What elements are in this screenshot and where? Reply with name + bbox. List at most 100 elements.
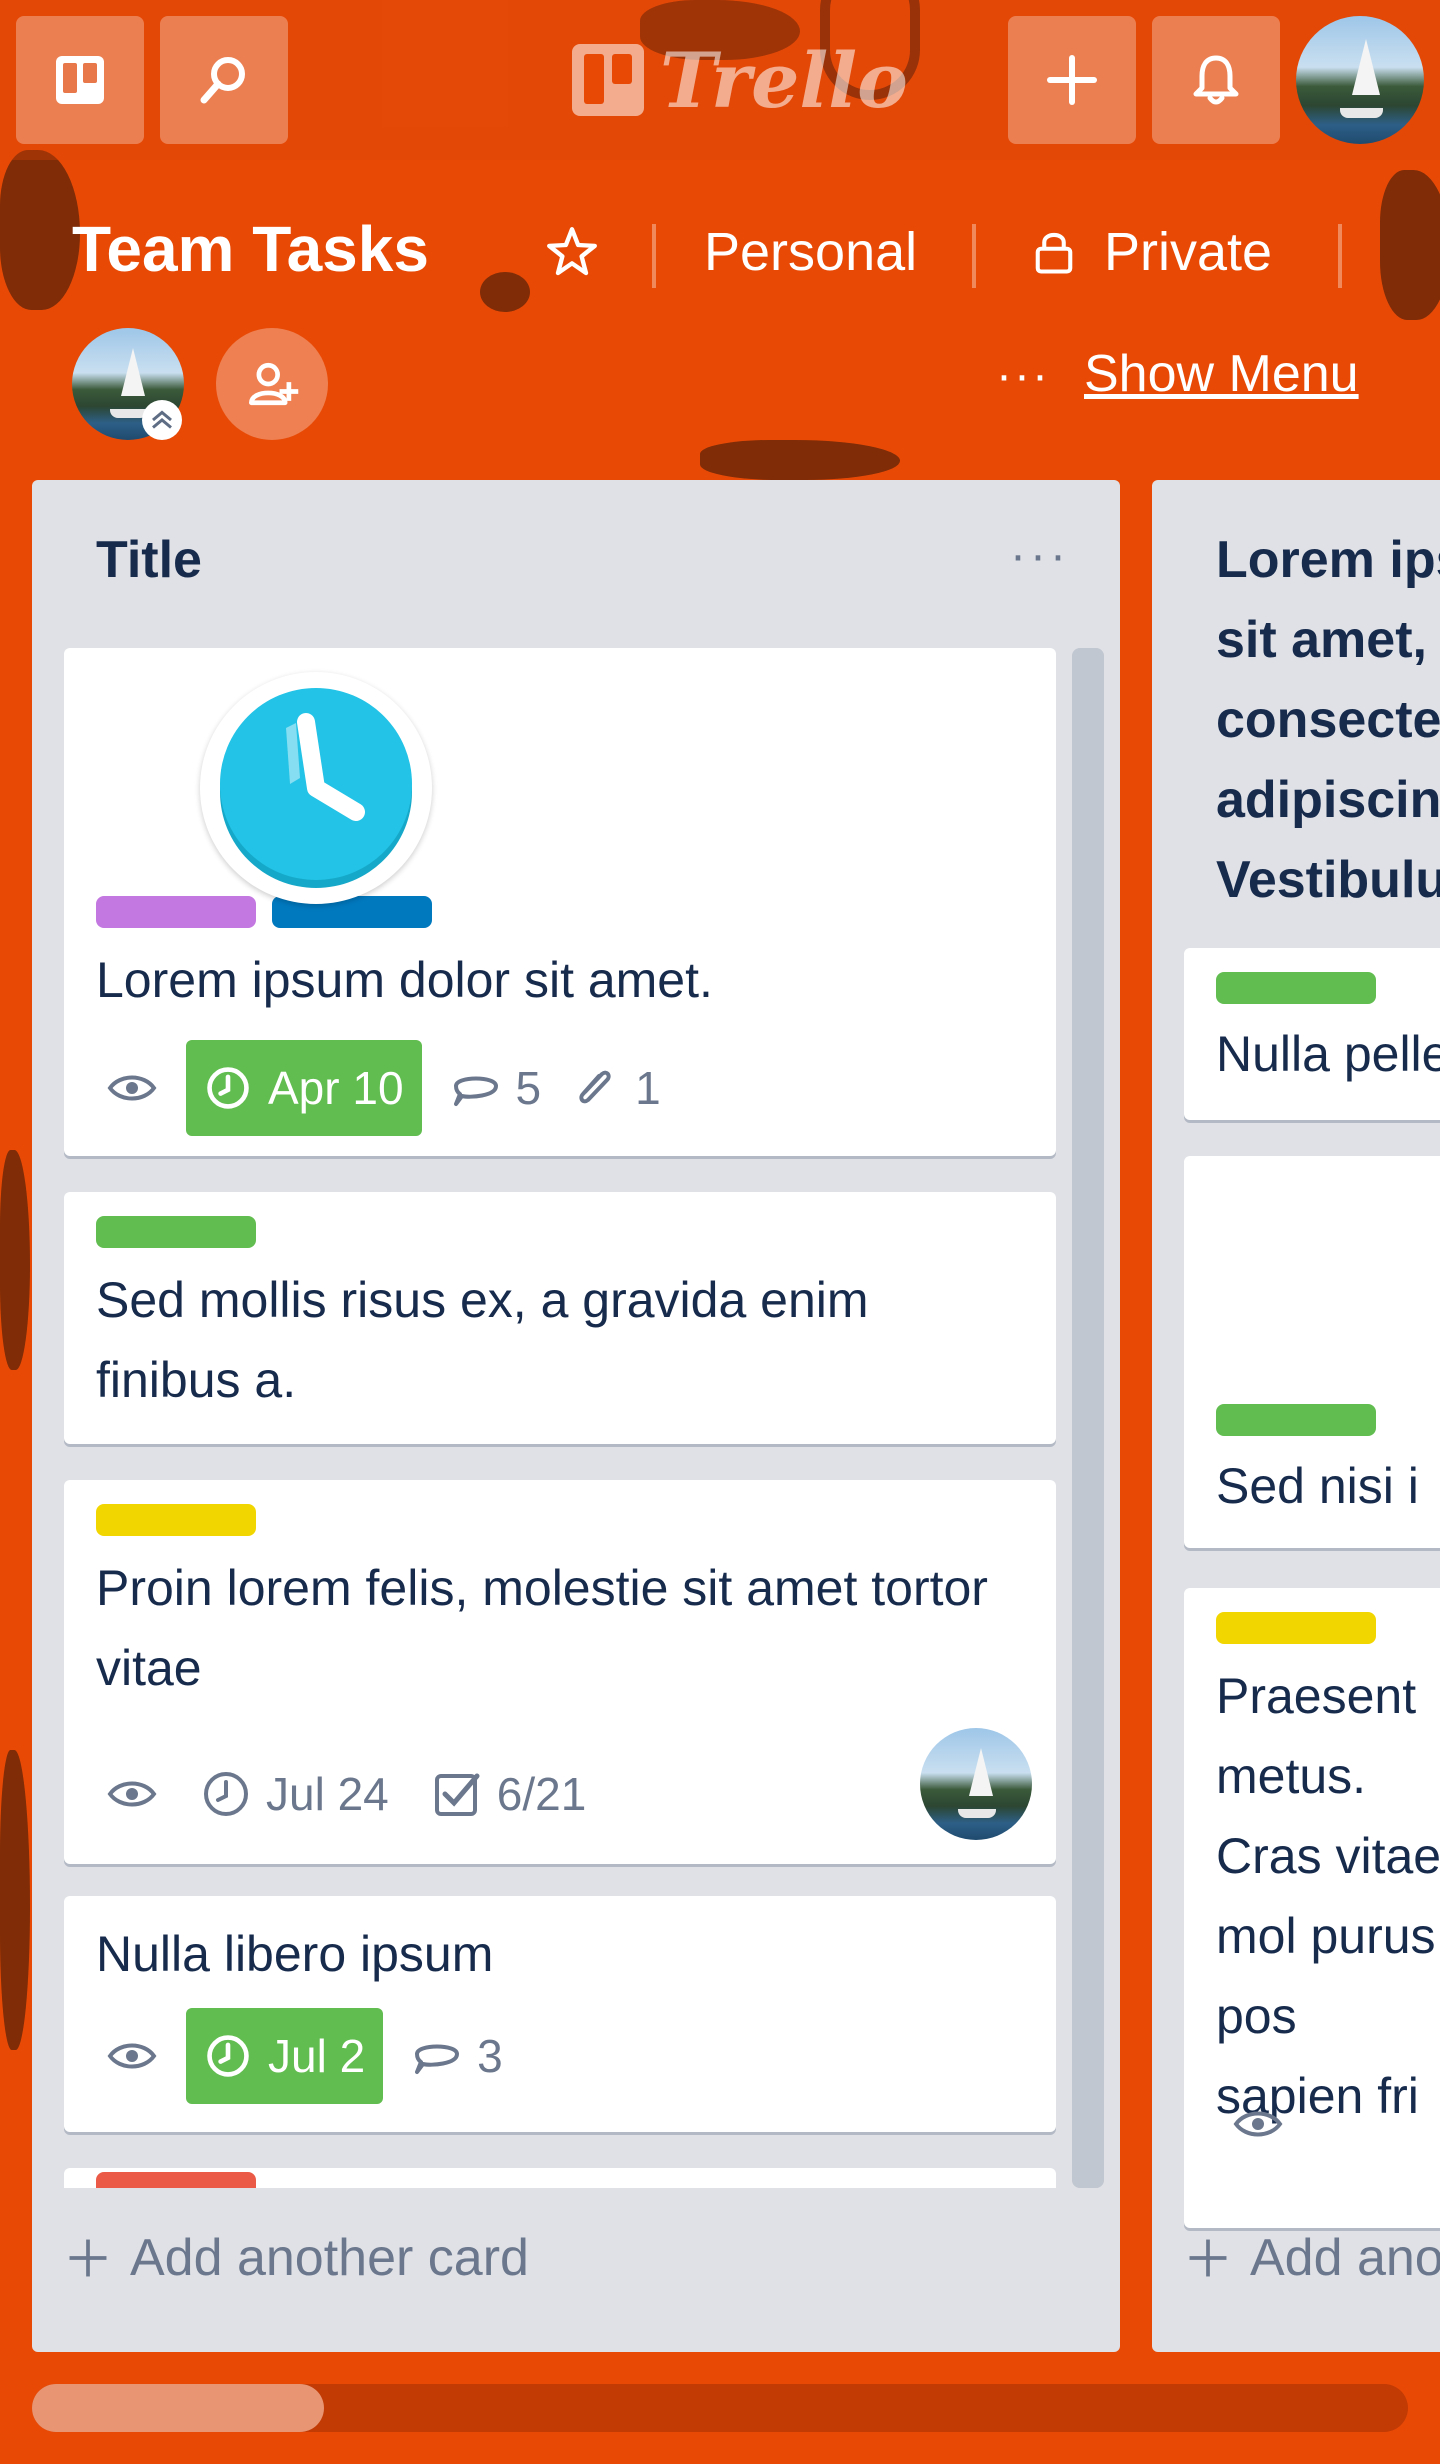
due-date-text: Jul 24 [266, 1768, 389, 1820]
comments-badge: 5 [450, 1061, 542, 1115]
notifications-button[interactable] [1152, 16, 1280, 144]
bell-icon [1193, 55, 1239, 105]
board-title[interactable]: Team Tasks [72, 212, 429, 286]
eye-icon [107, 2043, 157, 2069]
eye-icon [107, 1781, 157, 1807]
trello-logo[interactable]: Trello [572, 30, 908, 130]
card-title: Nulla libero ipsum [96, 1926, 494, 1982]
card-title: Proin lorem felis, molestie sit amet tor… [96, 1560, 988, 1696]
list-scrollbar-thumb[interactable] [1076, 652, 1100, 1662]
card-cover-image [200, 672, 432, 904]
card-title: Sed mollis risus ex, a gravida enim fini… [96, 1272, 869, 1408]
due-date-text: Jul 2 [268, 2030, 366, 2082]
watching-badge [96, 1768, 158, 1820]
board-menu-dots-icon[interactable]: ··· [996, 348, 1050, 403]
due-date-badge[interactable]: Apr 10 [186, 1040, 422, 1136]
header-divider [972, 224, 976, 288]
search-icon [200, 57, 245, 104]
invite-member-button[interactable] [216, 328, 328, 440]
header-divider [1338, 224, 1342, 288]
header-divider [652, 224, 656, 288]
eye-icon [1233, 2111, 1283, 2137]
background-decoration [480, 272, 530, 312]
label-green [1216, 1404, 1376, 1436]
checklist-badge: 6/21 [417, 1767, 587, 1821]
team-label: Personal [704, 222, 918, 282]
add-card-button[interactable]: Add another card [64, 2196, 529, 2320]
list: Title ··· Lorem ipsum dolor sit amet. Ap… [32, 480, 1120, 2352]
due-date-badge[interactable]: Jul 24 [186, 1767, 389, 1821]
card[interactable]: Sed mollis risus ex, a gravida enim fini… [64, 1192, 1056, 1444]
background-decoration [0, 1150, 30, 1370]
team-button[interactable]: Personal [704, 220, 917, 284]
card-badges: Jul 2 3 [96, 2008, 503, 2104]
clock-icon [207, 2035, 249, 2077]
star-icon [547, 227, 597, 276]
visibility-button[interactable]: Private [1028, 220, 1272, 284]
attachments-count: 1 [635, 1062, 661, 1114]
top-bar: Trello [0, 0, 1440, 160]
add-member-icon [249, 362, 299, 406]
label-yellow [1216, 1612, 1376, 1644]
card[interactable]: Nulla libero ipsum Jul 2 3 [64, 1896, 1056, 2132]
card-badges: Apr 10 5 1 [96, 1040, 661, 1136]
card[interactable]: Sed nisi i [1184, 1156, 1440, 1548]
eye-icon [107, 1075, 157, 1101]
list: Lorem ipsum dolor sit amet, consectetur … [1152, 480, 1440, 2352]
show-menu-link[interactable]: Show Menu [1084, 344, 1359, 404]
list-title[interactable]: Lorem ipsum dolor sit amet, consectetur … [1216, 520, 1440, 1000]
list-title[interactable]: Title [96, 530, 202, 590]
list-menu-icon[interactable]: ··· [1010, 528, 1070, 583]
clock-icon [220, 688, 412, 888]
checklist-count: 6/21 [496, 1768, 587, 1820]
watching-badge [96, 2030, 158, 2082]
due-date-text: Apr 10 [268, 1062, 404, 1114]
background-decoration [1380, 170, 1440, 320]
board-scrollbar-thumb[interactable] [32, 2384, 324, 2432]
comments-count: 5 [515, 1062, 542, 1114]
card-member-avatar[interactable] [920, 1728, 1032, 1840]
boards-icon [56, 56, 104, 104]
background-decoration [0, 150, 80, 310]
attachments-badge: 1 [569, 1061, 661, 1115]
card-title: Nulla pellentesque [1216, 1026, 1440, 1082]
label-purple [96, 896, 256, 928]
background-decoration [700, 440, 900, 480]
trello-logo-icon [572, 44, 644, 116]
watching-badge [96, 1062, 158, 1114]
star-button[interactable] [544, 220, 600, 284]
card[interactable]: Lorem ipsum dolor sit amet. Apr 10 5 1 [64, 648, 1056, 1156]
lock-icon [1035, 232, 1073, 274]
checkbox-icon [434, 1773, 480, 1816]
plus-icon [1047, 55, 1097, 105]
card-title: Sed nisi i [1216, 1458, 1419, 1514]
visibility-label: Private [1104, 222, 1273, 282]
comment-icon [453, 1076, 498, 1106]
card[interactable]: Proin lorem felis, molestie sit amet tor… [64, 1480, 1056, 1864]
user-avatar[interactable] [1296, 16, 1424, 144]
card[interactable] [64, 2168, 1056, 2188]
add-card-button[interactable]: Add another card [1184, 2196, 1440, 2320]
plus-icon [1189, 2239, 1227, 2277]
comments-badge: 3 [411, 2029, 503, 2083]
search-button[interactable] [160, 16, 288, 144]
add-card-label: Add another card [1250, 2229, 1440, 2287]
card[interactable]: Praesent metus. Cras vitae mol purus pos… [1184, 1588, 1440, 2228]
label-red [96, 2172, 256, 2188]
boards-button[interactable] [16, 16, 144, 144]
card-badges: Jul 24 6/21 [96, 1746, 586, 1842]
comment-icon [415, 2044, 460, 2074]
paperclip-icon [579, 1070, 611, 1104]
logo-text: Trello [660, 35, 908, 125]
card-title: Lorem ipsum dolor sit amet. [96, 952, 713, 1008]
add-card-label: Add another card [130, 2229, 529, 2287]
add-button[interactable] [1008, 16, 1136, 144]
admin-badge-icon [142, 400, 182, 440]
comments-count: 3 [477, 2030, 503, 2082]
due-date-badge[interactable]: Jul 2 [186, 2008, 384, 2104]
label-green [1216, 972, 1376, 1004]
card[interactable]: Nulla pellentesque [1184, 948, 1440, 1120]
label-yellow [96, 1504, 256, 1536]
label-green [96, 1216, 256, 1248]
background-decoration [0, 1750, 30, 2050]
